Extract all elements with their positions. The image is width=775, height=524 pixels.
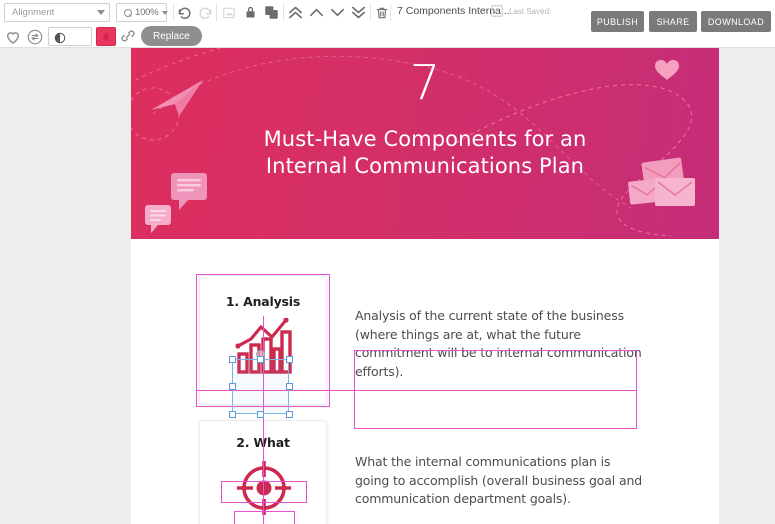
banner-number[interactable]: 7 [131, 59, 719, 107]
resize-handle-s[interactable] [257, 411, 264, 418]
resize-handle-e[interactable] [286, 383, 293, 390]
send-to-back-icon[interactable] [348, 2, 369, 23]
alignment-select[interactable]: Alignment [4, 3, 110, 22]
duplicate-icon[interactable] [261, 2, 282, 23]
send-backward-icon[interactable] [327, 2, 348, 23]
edit-square-icon[interactable] [490, 4, 504, 18]
undo-icon[interactable] [174, 2, 195, 23]
heart-icon[interactable] [4, 28, 22, 46]
section-card-what[interactable]: 2. What [199, 420, 327, 524]
bar-chart-line-icon[interactable] [234, 318, 294, 376]
chevron-down-icon [97, 10, 105, 15]
toolbar-divider [390, 4, 391, 21]
resize-handle-ne[interactable] [286, 356, 293, 363]
section-body-what[interactable]: What the internal communications plan is… [355, 453, 645, 509]
target-crosshair-icon[interactable] [235, 459, 293, 517]
replace-button[interactable]: Replace [141, 26, 202, 46]
canvas-workspace[interactable]: 7 Must-Have Components for an Internal C… [0, 48, 775, 524]
lock-icon[interactable] [240, 2, 261, 23]
alignment-select-value: Alignment [12, 7, 55, 18]
section-heading-analysis[interactable]: 1. Analysis [200, 294, 326, 309]
color-swatch[interactable] [96, 27, 116, 46]
resize-handle-nw[interactable] [229, 356, 236, 363]
delete-icon[interactable] [371, 2, 392, 23]
crop-image-icon[interactable] [218, 2, 239, 23]
opacity-select[interactable] [48, 27, 92, 46]
bring-to-front-icon[interactable] [285, 2, 306, 23]
slide-banner[interactable]: 7 Must-Have Components for an Internal C… [131, 48, 719, 239]
toolbar-divider [283, 4, 284, 21]
redo-icon[interactable] [195, 2, 216, 23]
section-heading-what[interactable]: 2. What [200, 435, 326, 450]
flip-horizontal-icon[interactable] [26, 28, 44, 46]
zoom-select[interactable]: 100% [116, 3, 168, 22]
resize-handle-sw[interactable] [229, 411, 236, 418]
link-icon[interactable] [120, 28, 137, 45]
editor-toolbar: Alignment 100% 7 Components Interna... L… [0, 0, 775, 48]
zoom-select-value: 100% [135, 7, 159, 18]
toolbar-row-secondary: Replace [0, 25, 775, 48]
magnifier-icon [124, 8, 132, 17]
last-saved-label: Last Saved: [509, 7, 552, 16]
resize-handle-w[interactable] [229, 383, 236, 390]
resize-handle-se[interactable] [286, 411, 293, 418]
chevron-down-icon [161, 10, 168, 15]
banner-title-line-1: Must-Have Components for an [263, 127, 587, 151]
section-body-analysis[interactable]: Analysis of the current state of the bus… [355, 307, 645, 381]
toolbar-row-primary: Alignment 100% 7 Components Interna... L… [0, 0, 775, 32]
bring-forward-icon[interactable] [306, 2, 327, 23]
toolbar-divider [216, 4, 217, 21]
resize-handle-n[interactable] [257, 356, 264, 363]
banner-title-line-2: Internal Communications Plan [265, 154, 585, 179]
section-card-analysis[interactable]: 1. Analysis [199, 275, 327, 405]
design-page[interactable]: 7 Must-Have Components for an Internal C… [131, 48, 719, 524]
droplet-icon [103, 31, 109, 41]
banner-title[interactable]: Must-Have Components for an Internal Com… [131, 126, 719, 181]
contrast-icon [54, 31, 66, 43]
